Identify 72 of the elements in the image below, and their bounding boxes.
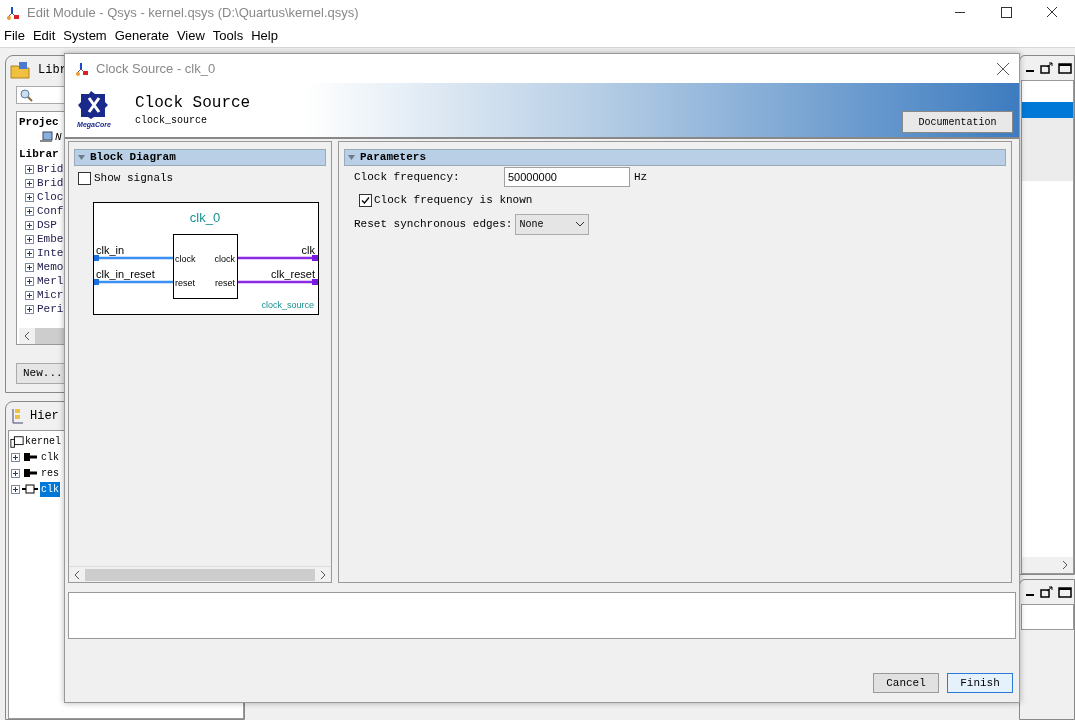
expand-icon[interactable]	[25, 206, 34, 216]
unit-label: Hz	[634, 169, 648, 185]
field-label: Reset synchronous edges:	[354, 216, 513, 232]
menu-item[interactable]: System	[59, 26, 111, 46]
dialog-button[interactable]: Cancel	[873, 673, 939, 693]
collapse-icon[interactable]	[77, 153, 86, 162]
check-icon	[361, 195, 370, 205]
reset-edges-dropdown[interactable]: None	[515, 213, 590, 235]
field-label: Clock frequency:	[354, 169, 461, 185]
checkbox-label: Show signals	[94, 171, 174, 186]
expand-icon[interactable]	[25, 290, 34, 300]
checkbox[interactable]	[78, 171, 91, 185]
window-title: Edit Module - Qsys - kernel.qsys (D:\Quartus\kernel.qsys)	[27, 3, 359, 22]
chevron-left-icon[interactable]	[19, 328, 35, 344]
expand-icon[interactable]	[11, 484, 20, 494]
expand-icon[interactable]	[25, 276, 34, 286]
checkbox-label: Clock frequency is known	[374, 192, 533, 208]
collapse-icon[interactable]	[347, 153, 356, 162]
folder-icon	[10, 61, 30, 79]
expand-icon[interactable]	[25, 164, 34, 174]
close-icon[interactable]	[996, 61, 1010, 76]
expand-icon[interactable]	[25, 234, 34, 244]
search-icon	[20, 88, 33, 102]
chip-logo-icon	[77, 89, 111, 120]
expand-icon[interactable]	[25, 304, 34, 314]
checkbox[interactable]	[359, 193, 372, 207]
expand-icon[interactable]	[25, 248, 34, 258]
tree-heading: Librar	[19, 146, 59, 162]
component-type: clock_source	[135, 113, 208, 128]
maximize-icon[interactable]	[1058, 62, 1072, 74]
menu-item[interactable]: Help	[247, 26, 282, 46]
chevron-down-icon	[575, 221, 586, 227]
port-icon	[22, 452, 38, 462]
tree-item[interactable]: res	[40, 465, 60, 481]
connector-icon	[22, 484, 38, 494]
menu-item[interactable]: Tools	[208, 26, 248, 46]
expand-icon[interactable]	[11, 452, 20, 462]
menu-item[interactable]: File	[0, 26, 29, 46]
tree-item[interactable]: N	[55, 128, 62, 146]
app-icon	[6, 5, 20, 20]
panel-title: Libr	[38, 62, 67, 79]
expand-icon[interactable]	[25, 262, 34, 272]
expand-icon[interactable]	[25, 192, 34, 202]
documentation-button[interactable]: Documentation	[902, 111, 1013, 133]
section-header[interactable]: Block Diagram	[74, 149, 326, 166]
computer-icon	[39, 131, 53, 143]
menu-item[interactable]: View	[172, 26, 209, 46]
section-header[interactable]: Parameters	[344, 149, 1006, 166]
block-diagram-drawing: clk_0 clk_in clock clk_in_reset reset clk clock clk_reset reset clock_source	[93, 201, 319, 315]
maximize-icon[interactable]	[1058, 586, 1072, 598]
app-icon	[75, 61, 89, 76]
dialog-button[interactable]: Finish	[947, 673, 1013, 693]
tree-heading: Projec	[19, 115, 59, 130]
hierarchy-icon	[10, 407, 24, 425]
component-name: Clock Source	[135, 92, 251, 113]
horizontal-scrollbar[interactable]	[1022, 557, 1073, 573]
menu-item[interactable]: Generate	[110, 26, 173, 46]
dialog-title: Clock Source - clk_0	[96, 59, 216, 78]
expand-icon[interactable]	[25, 178, 34, 188]
horizontal-scrollbar[interactable]	[69, 566, 331, 582]
tree-item[interactable]: clk	[40, 449, 60, 465]
menu-item[interactable]: Edit	[28, 26, 60, 46]
scrollbar-thumb[interactable]	[85, 568, 315, 581]
expand-icon[interactable]	[25, 220, 34, 230]
float-window-icon[interactable]	[1040, 62, 1054, 74]
float-window-icon[interactable]	[1040, 586, 1054, 598]
clock-frequency-field[interactable]: 50000000	[504, 167, 630, 187]
panel-title: Hier	[30, 408, 59, 425]
port-icon	[22, 468, 38, 478]
tree-item[interactable]: kernel	[25, 434, 61, 449]
tree-item[interactable]: clk	[40, 481, 60, 497]
expand-icon[interactable]	[11, 468, 20, 478]
